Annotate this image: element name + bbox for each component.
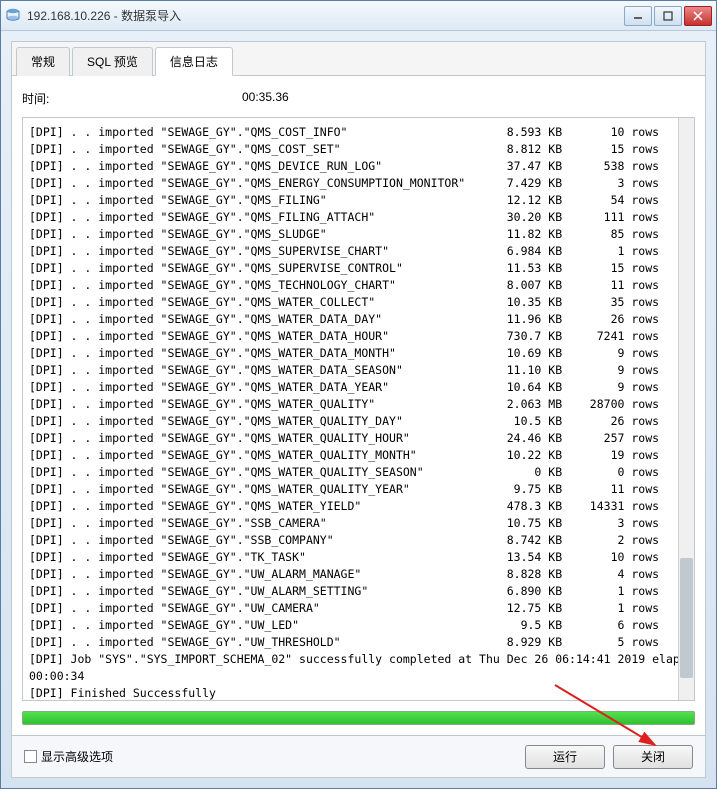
log-line: [DPI] . . imported "SEWAGE_GY"."UW_THRES… [29, 634, 688, 651]
log-line: [DPI] . . imported "SEWAGE_GY"."QMS_WATE… [29, 481, 688, 498]
log-completion-line: [DPI] Job "SYS"."SYS_IMPORT_SCHEMA_02" s… [29, 651, 688, 668]
log-line: [DPI] . . imported "SEWAGE_GY"."QMS_WATE… [29, 413, 688, 430]
log-line: [DPI] . . imported "SEWAGE_GY"."QMS_TECH… [29, 277, 688, 294]
log-line: [DPI] . . imported "SEWAGE_GY"."UW_LED" … [29, 617, 688, 634]
log-line: [DPI] . . imported "SEWAGE_GY"."QMS_WATE… [29, 498, 688, 515]
log-line: [DPI] . . imported "SEWAGE_GY"."QMS_WATE… [29, 328, 688, 345]
log-line: [DPI] . . imported "SEWAGE_GY"."QMS_WATE… [29, 294, 688, 311]
run-button[interactable]: 运行 [525, 745, 605, 769]
log-line: [DPI] . . imported "SEWAGE_GY"."UW_ALARM… [29, 566, 688, 583]
log-line: [DPI] . . imported "SEWAGE_GY"."QMS_COST… [29, 141, 688, 158]
log-line: [DPI] . . imported "SEWAGE_GY"."QMS_SUPE… [29, 243, 688, 260]
log-line: [DPI] . . imported "SEWAGE_GY"."QMS_WATE… [29, 362, 688, 379]
log-line: [DPI] . . imported "SEWAGE_GY"."QMS_WATE… [29, 430, 688, 447]
time-value: 00:35.36 [242, 90, 289, 107]
log-line: [DPI] . . imported "SEWAGE_GY"."TK_TASK"… [29, 549, 688, 566]
log-line: [DPI] . . imported "SEWAGE_GY"."SSB_CAME… [29, 515, 688, 532]
minimize-button[interactable] [624, 6, 652, 26]
close-button[interactable]: 关闭 [613, 745, 693, 769]
log-line: [DPI] . . imported "SEWAGE_GY"."QMS_WATE… [29, 396, 688, 413]
advanced-options-label: 显示高级选项 [41, 748, 113, 765]
footer: 显示高级选项 运行 关闭 [12, 735, 705, 777]
maximize-button[interactable] [654, 6, 682, 26]
tab-sql-preview[interactable]: SQL 预览 [72, 47, 153, 76]
log-line: [DPI] . . imported "SEWAGE_GY"."QMS_WATE… [29, 345, 688, 362]
log-completion-line2: 00:00:34 [29, 668, 688, 685]
log-line: [DPI] . . imported "SEWAGE_GY"."UW_ALARM… [29, 583, 688, 600]
log-textarea[interactable]: [DPI] . . imported "SEWAGE_GY"."QMS_COST… [22, 117, 695, 701]
log-line: [DPI] . . imported "SEWAGE_GY"."QMS_ENER… [29, 175, 688, 192]
tab-general[interactable]: 常规 [16, 47, 70, 76]
log-line: [DPI] . . imported "SEWAGE_GY"."QMS_SUPE… [29, 260, 688, 277]
advanced-options-checkbox[interactable] [24, 750, 37, 763]
tab-info-log[interactable]: 信息日志 [155, 47, 233, 76]
window-controls [624, 6, 712, 26]
log-line: [DPI] . . imported "SEWAGE_GY"."QMS_FILI… [29, 192, 688, 209]
info-log-panel: 时间: 00:35.36 [DPI] . . imported "SEWAGE_… [12, 76, 705, 735]
scroll-thumb[interactable] [680, 558, 693, 678]
vertical-scrollbar[interactable] [678, 118, 694, 700]
log-line: [DPI] . . imported "SEWAGE_GY"."QMS_SLUD… [29, 226, 688, 243]
close-window-button[interactable] [684, 6, 712, 26]
log-line: [DPI] . . imported "SEWAGE_GY"."QMS_COST… [29, 124, 688, 141]
titlebar[interactable]: 192.168.10.226 - 数据泵导入 [1, 1, 716, 31]
content-area: 常规 SQL 预览 信息日志 时间: 00:35.36 [DPI] . . im… [11, 41, 706, 778]
log-line: [DPI] . . imported "SEWAGE_GY"."QMS_WATE… [29, 311, 688, 328]
log-finished-line: [DPI] Finished Successfully [29, 685, 688, 701]
log-line: [DPI] . . imported "SEWAGE_GY"."QMS_WATE… [29, 464, 688, 481]
advanced-options-row[interactable]: 显示高级选项 [24, 748, 517, 765]
tab-bar: 常规 SQL 预览 信息日志 [12, 42, 705, 76]
log-line: [DPI] . . imported "SEWAGE_GY"."UW_CAMER… [29, 600, 688, 617]
window-title: 192.168.10.226 - 数据泵导入 [27, 7, 624, 24]
progress-bar [22, 711, 695, 725]
time-row: 时间: 00:35.36 [22, 86, 695, 117]
log-line: [DPI] . . imported "SEWAGE_GY"."QMS_FILI… [29, 209, 688, 226]
log-line: [DPI] . . imported "SEWAGE_GY"."SSB_COMP… [29, 532, 688, 549]
log-line: [DPI] . . imported "SEWAGE_GY"."QMS_WATE… [29, 379, 688, 396]
log-line: [DPI] . . imported "SEWAGE_GY"."QMS_WATE… [29, 447, 688, 464]
time-label: 时间: [22, 90, 242, 107]
database-icon [5, 8, 21, 24]
log-line: [DPI] . . imported "SEWAGE_GY"."QMS_DEVI… [29, 158, 688, 175]
main-window: 192.168.10.226 - 数据泵导入 常规 SQL 预览 信息日志 时间… [0, 0, 717, 789]
